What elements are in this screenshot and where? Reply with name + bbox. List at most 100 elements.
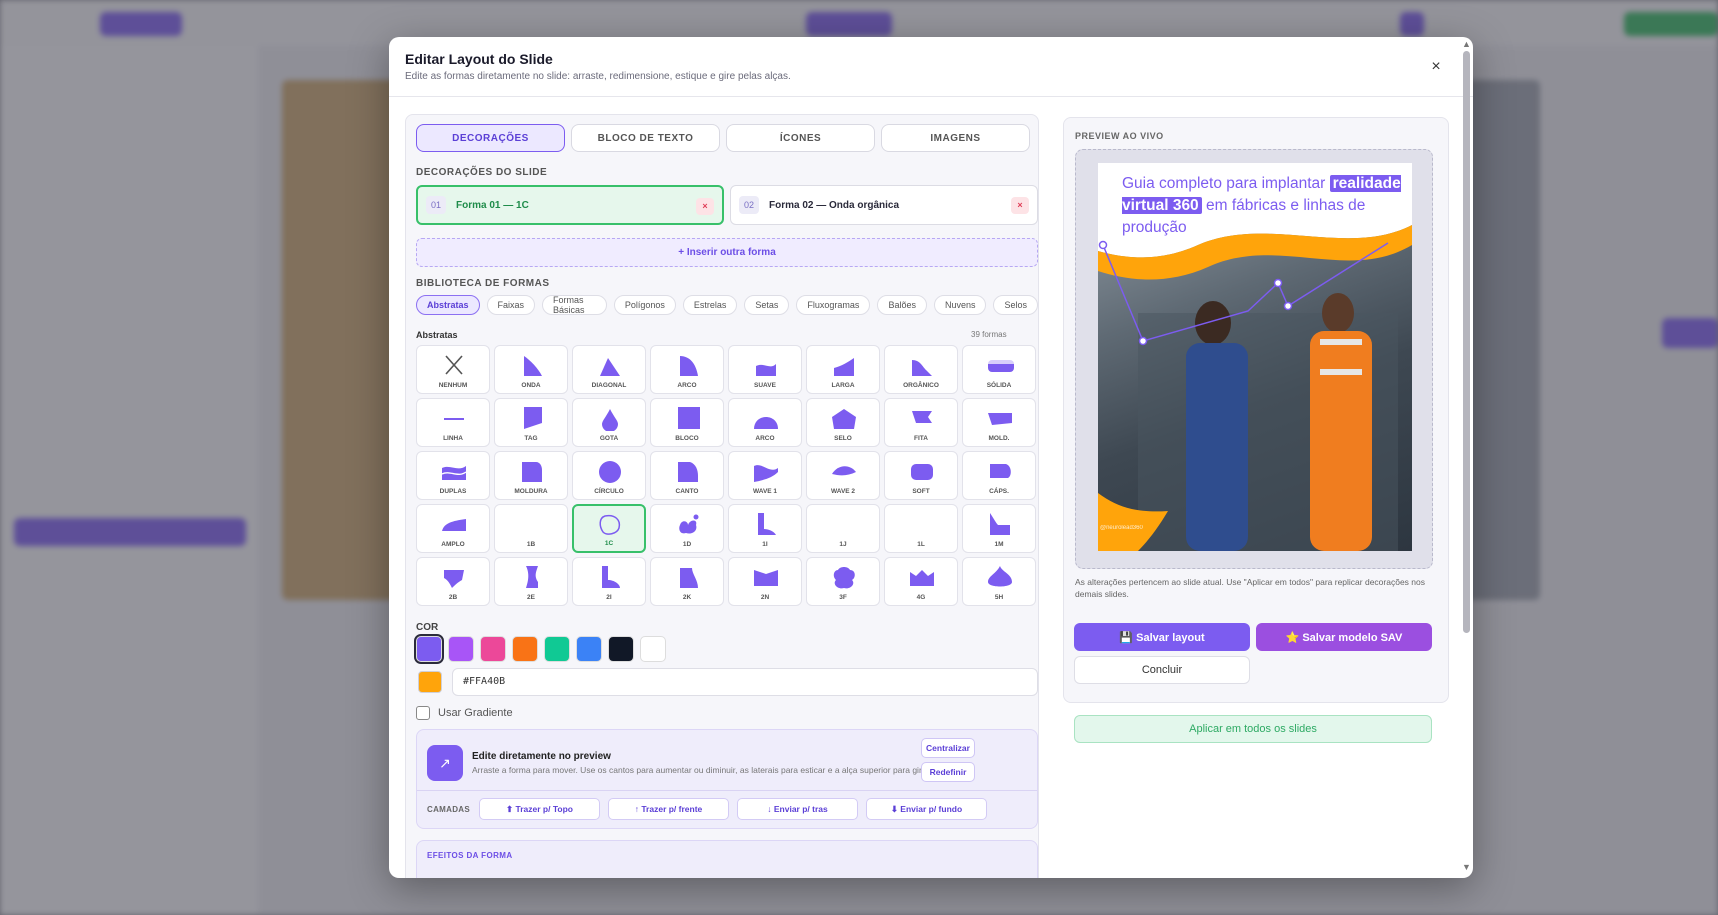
shape-option[interactable]: ONDA (494, 345, 568, 394)
shape-label: 1D (682, 541, 692, 548)
shape-option[interactable]: AMPLO (416, 504, 490, 553)
shape-option[interactable]: SÓLIDA (962, 345, 1036, 394)
send-backward-button[interactable]: ↓ Enviar p/ tras (737, 798, 858, 820)
save-layout-button[interactable]: 💾 Salvar layout (1074, 623, 1250, 651)
apply-all-slides-button[interactable]: Aplicar em todos os slides (1074, 715, 1432, 743)
shape-option[interactable]: 1L (884, 504, 958, 553)
scroll-thumb[interactable] (1463, 51, 1470, 633)
modal-scrollbar[interactable]: ▲ ▼ (1459, 37, 1473, 878)
shape-option[interactable]: LARGA (806, 345, 880, 394)
shape-label: SOFT (912, 488, 930, 495)
center-button[interactable]: Centralizar (921, 738, 975, 758)
tab-bloco-de-texto[interactable]: BLOCO DE TEXTO (571, 124, 720, 152)
category-poligonos[interactable]: Polígonos (613, 295, 676, 315)
shape-option[interactable]: LINHA (416, 398, 490, 447)
color-swatch[interactable] (512, 636, 538, 662)
shape-option[interactable]: NENHUM (416, 345, 490, 394)
remove-decoration-button[interactable]: × (1011, 197, 1029, 214)
color-swatch[interactable] (576, 636, 602, 662)
shape-option[interactable]: CÍRCULO (572, 451, 646, 500)
shape-option[interactable]: SELO (806, 398, 880, 447)
shape-option[interactable]: 2N (728, 557, 802, 606)
scroll-up-icon[interactable]: ▲ (1462, 39, 1471, 49)
shape-thumbnail-icon (444, 418, 464, 420)
shape-option[interactable]: 2K (650, 557, 724, 606)
shape-thumbnail-icon (834, 358, 854, 376)
shape-label: LARGA (831, 382, 855, 389)
decoration-item-1[interactable]: 01 Forma 01 — 1C × (416, 185, 724, 225)
color-swatch[interactable] (480, 636, 506, 662)
bring-to-top-button[interactable]: ⬆ Trazer p/ Topo (479, 798, 600, 820)
shape-label: 4G (916, 594, 926, 601)
send-to-back-button[interactable]: ⬇ Enviar p/ fundo (866, 798, 987, 820)
shape-option[interactable]: 3F (806, 557, 880, 606)
finish-button[interactable]: Concluir (1074, 656, 1250, 684)
tab-imagens[interactable]: IMAGENS (881, 124, 1030, 152)
shape-option[interactable]: DUPLAS (416, 451, 490, 500)
bring-forward-button[interactable]: ↑ Trazer p/ frente (608, 798, 729, 820)
category-faixas[interactable]: Faixas (486, 295, 536, 315)
category-formas-basicas[interactable]: Formas Básicas (542, 295, 607, 315)
shape-option[interactable]: 1M (962, 504, 1036, 553)
reset-button[interactable]: Redefinir (921, 762, 975, 782)
shape-option[interactable]: GOTA (572, 398, 646, 447)
shape-option[interactable]: 1J (806, 504, 880, 553)
category-selos[interactable]: Selos (993, 295, 1038, 315)
shape-option[interactable]: 1D (650, 504, 724, 553)
shape-option[interactable]: 2I (572, 557, 646, 606)
scroll-down-icon[interactable]: ▼ (1462, 862, 1471, 872)
shape-option[interactable]: BLOCO (650, 398, 724, 447)
hex-color-input[interactable]: #FFA40B (452, 668, 1038, 696)
insert-shape-button[interactable]: + Inserir outra forma (416, 238, 1038, 267)
shape-label: SELO (834, 435, 852, 442)
shape-option[interactable]: DIAGONAL (572, 345, 646, 394)
color-swatch[interactable] (640, 636, 666, 662)
slide-preview[interactable]: Guia completo para implantar realidade v… (1098, 163, 1412, 551)
shape-thumbnail-icon (990, 464, 1011, 478)
shape-option[interactable]: 1C (572, 504, 646, 553)
tab-icones[interactable]: ÍCONES (726, 124, 875, 152)
shape-option[interactable]: 2B (416, 557, 490, 606)
color-swatch[interactable] (544, 636, 570, 662)
shape-option[interactable]: 4G (884, 557, 958, 606)
shape-option[interactable]: ARCO (650, 345, 724, 394)
gradient-checkbox[interactable] (416, 706, 430, 720)
category-fluxogramas[interactable]: Fluxogramas (796, 295, 871, 315)
shape-option[interactable]: CANTO (650, 451, 724, 500)
shape-option[interactable]: TAG (494, 398, 568, 447)
shape-option[interactable]: 5H (962, 557, 1036, 606)
shape-thumbnail-icon (445, 355, 463, 375)
color-swatch[interactable] (414, 634, 444, 664)
close-icon[interactable]: × (1424, 55, 1448, 79)
shape-option[interactable]: MOLD. (962, 398, 1036, 447)
color-swatch[interactable] (448, 636, 474, 662)
shape-option[interactable]: WAVE 1 (728, 451, 802, 500)
category-baloes[interactable]: Balões (877, 295, 927, 315)
tab-decoracoes[interactable]: DECORAÇÕES (416, 124, 565, 152)
slide-title[interactable]: Guia completo para implantar realidade v… (1122, 173, 1402, 239)
color-swatch[interactable] (608, 636, 634, 662)
shape-option[interactable]: 2E (494, 557, 568, 606)
category-setas[interactable]: Setas (744, 295, 790, 315)
shape-option[interactable]: 1I (728, 504, 802, 553)
shape-option[interactable]: SOFT (884, 451, 958, 500)
shape-option[interactable]: FITA (884, 398, 958, 447)
shape-option[interactable]: CÁPS. (962, 451, 1036, 500)
shape-thumbnail-icon (754, 465, 778, 482)
gradient-toggle[interactable]: Usar Gradiente (416, 706, 513, 720)
decoration-item-2[interactable]: 02 Forma 02 — Onda orgânica × (730, 185, 1038, 225)
shape-option[interactable]: SUAVE (728, 345, 802, 394)
category-abstratas[interactable]: Abstratas (416, 295, 480, 315)
shape-option[interactable]: ORGÂNICO (884, 345, 958, 394)
shape-thumbnail-icon (516, 511, 548, 537)
remove-decoration-button[interactable]: × (696, 198, 714, 215)
shape-option[interactable]: ARCO (728, 398, 802, 447)
shape-thumbnail-icon (990, 513, 1010, 535)
save-model-button[interactable]: ⭐ Salvar modelo SAV (1256, 623, 1432, 651)
shape-option[interactable]: WAVE 2 (806, 451, 880, 500)
shape-option[interactable]: MOLDURA (494, 451, 568, 500)
category-estrelas[interactable]: Estrelas (682, 295, 738, 315)
current-color-swatch[interactable] (418, 671, 442, 693)
category-nuvens[interactable]: Nuvens (933, 295, 987, 315)
shape-option[interactable]: 1B (494, 504, 568, 553)
